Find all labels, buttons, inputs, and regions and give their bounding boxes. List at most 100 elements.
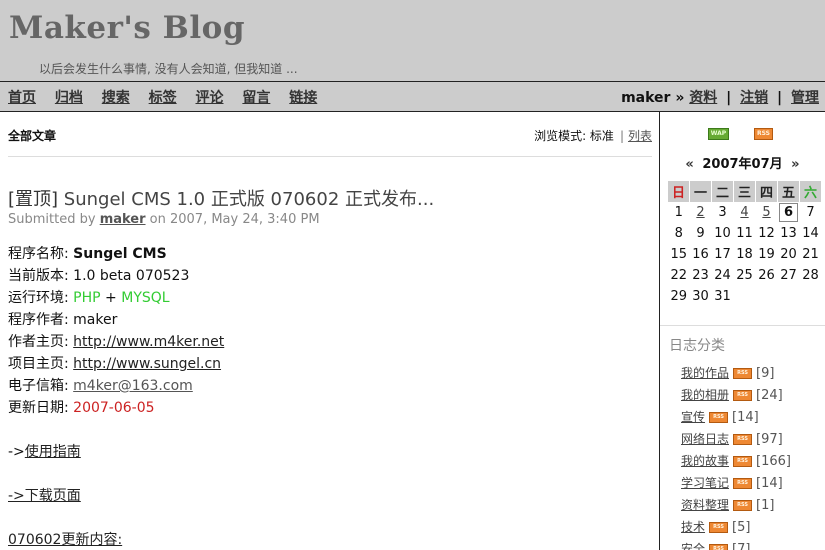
update-heading-row: 070602更新内容:	[8, 529, 224, 550]
calendar-day: 1	[674, 205, 683, 220]
calendar-today: 6	[779, 203, 798, 222]
wap-badge[interactable]: WAP	[708, 128, 729, 140]
sidebar: WAP RSS « 2007年07月 » 日一二三四五六 1 2 3 4 5 6 7 8 9 10…	[660, 112, 825, 550]
nav-item-archive[interactable]: 归档	[55, 90, 83, 106]
rss-icon[interactable]: RSS	[709, 522, 729, 533]
main-nav: 首页 归档 搜索 标签 评论 留言 链接	[8, 87, 331, 107]
site-tagline: 以后会发生什么事情, 没有人会知道, 但我知道 ...	[39, 62, 298, 76]
category-link[interactable]: 技术	[681, 520, 705, 534]
calendar-day: 17	[714, 247, 731, 262]
nav-item-search[interactable]: 搜索	[102, 90, 130, 106]
category-count: [24]	[756, 388, 783, 403]
post-title[interactable]: [置顶] Sungel CMS 1.0 正式版 070602 正式发布...	[8, 185, 434, 211]
category-link[interactable]: 我的作品	[681, 366, 729, 380]
calendar-next-month[interactable]: »	[791, 157, 799, 172]
env-plus: +	[105, 290, 117, 306]
calendar-weekday: 五	[777, 181, 800, 202]
logout-link[interactable]: 注销	[740, 90, 768, 106]
category-item: 我的故事 RSS [166]	[681, 450, 791, 472]
category-link[interactable]: 安全	[681, 542, 705, 550]
info-row-email: 电子信箱: m4ker@163.com	[8, 375, 224, 397]
arrow: ->	[8, 444, 25, 460]
info-row-version: 当前版本: 1.0 beta 070523	[8, 265, 224, 287]
site-header: Maker's Blog 以后会发生什么事情, 没有人会知道, 但我知道 ...	[0, 0, 825, 82]
category-item: 网络日志 RSS [97]	[681, 428, 791, 450]
calendar-day: 8	[674, 226, 683, 241]
nav-item-guestbook[interactable]: 留言	[242, 90, 270, 106]
calendar-day: 26	[758, 268, 775, 283]
info-row-homepage: 作者主页: http://www.m4ker.net	[8, 331, 224, 353]
calendar-day: 10	[714, 226, 731, 241]
category-link[interactable]: 资料整理	[681, 498, 729, 512]
info-label: 运行环境:	[8, 290, 69, 306]
calendar-day: 22	[670, 268, 688, 283]
calendar-day: 13	[780, 226, 797, 241]
rss-icon[interactable]: RSS	[733, 478, 753, 489]
category-item: 我的作品 RSS [9]	[681, 362, 791, 384]
info-label: 程序名称:	[8, 246, 69, 262]
email-link[interactable]: m4ker@163.com	[73, 378, 193, 394]
category-link[interactable]: 我的故事	[681, 454, 729, 468]
nav-item-links[interactable]: 链接	[289, 90, 317, 106]
calendar-day[interactable]: 4	[734, 202, 756, 223]
categories-title: 日志分类	[669, 338, 725, 354]
project-link[interactable]: http://www.sungel.cn	[73, 356, 221, 372]
calendar-day-link[interactable]: 5	[762, 205, 770, 220]
download-link[interactable]: ->下载页面	[8, 488, 81, 504]
rss-icon[interactable]: RSS	[733, 500, 753, 511]
rss-icon[interactable]: RSS	[709, 544, 729, 550]
calendar-day: 16	[692, 247, 709, 262]
calendar-day: 29	[670, 289, 688, 304]
rss-badge[interactable]: RSS	[754, 128, 773, 140]
category-count: [9]	[756, 366, 775, 381]
nav-item-tags[interactable]: 标签	[149, 90, 177, 106]
post-author-link[interactable]: maker	[100, 212, 146, 227]
calendar-week: 29 30 31	[668, 286, 822, 307]
category-count: [7]	[732, 542, 751, 550]
view-mode-label: 浏览模式: 标准	[534, 129, 614, 143]
calendar-weekday: 日	[668, 181, 690, 202]
category-link[interactable]: 宣传	[681, 410, 705, 424]
calendar-day[interactable]: 5	[756, 202, 778, 223]
update-heading[interactable]: 070602更新内容:	[8, 532, 122, 548]
admin-link[interactable]: 管理	[791, 90, 819, 106]
info-label: 程序作者:	[8, 312, 69, 328]
calendar-day[interactable]: 2	[690, 202, 712, 223]
nav-item-home[interactable]: 首页	[8, 90, 36, 106]
guide-link[interactable]: 使用指南	[25, 444, 81, 460]
view-mode-list-link[interactable]: 列表	[628, 129, 652, 143]
calendar-day: 27	[780, 268, 797, 283]
site-title[interactable]: Maker's Blog	[9, 10, 245, 46]
calendar-prev-month[interactable]: «	[685, 157, 693, 172]
rss-icon[interactable]: RSS	[733, 456, 753, 467]
post-title-text[interactable]: Sungel CMS 1.0 正式版 070602 正式发布...	[64, 189, 434, 210]
profile-link[interactable]: 资料	[689, 90, 717, 106]
main-content: 全部文章 浏览模式: 标准 | 列表 [置顶] Sungel CMS 1.0 正式版…	[8, 112, 652, 550]
info-value: maker	[73, 312, 118, 328]
user-nav-divider: |	[777, 90, 783, 106]
info-row-env: 运行环境: PHP + MYSQL	[8, 287, 224, 309]
category-link[interactable]: 学习笔记	[681, 476, 729, 490]
calendar-day: 19	[758, 247, 775, 262]
rss-icon[interactable]: RSS	[733, 434, 753, 445]
post-body: 程序名称: Sungel CMS 当前版本: 1.0 beta 070523 运…	[8, 243, 224, 550]
user-nav-divider: |	[726, 90, 732, 106]
category-link[interactable]: 网络日志	[681, 432, 729, 446]
category-item: 资料整理 RSS [1]	[681, 494, 791, 516]
calendar-weekday: 四	[755, 181, 778, 202]
calendar-day: 21	[802, 247, 819, 262]
rss-icon[interactable]: RSS	[733, 368, 753, 379]
calendar-day-link[interactable]: 4	[740, 205, 748, 220]
calendar-day: 12	[758, 226, 775, 241]
category-count: [14]	[732, 410, 759, 425]
calendar-day-link[interactable]: 2	[696, 205, 704, 220]
category-link[interactable]: 我的相册	[681, 388, 729, 402]
calendar-day: 6	[778, 202, 800, 223]
calendar-day: 20	[780, 247, 797, 262]
calendar-week: 22 23 24 25 26 27 28	[668, 265, 822, 286]
homepage-link[interactable]: http://www.m4ker.net	[73, 334, 224, 350]
nav-item-comments[interactable]: 评论	[196, 90, 224, 106]
rss-icon[interactable]: RSS	[733, 390, 753, 401]
rss-icon[interactable]: RSS	[709, 412, 729, 423]
category-item: 学习笔记 RSS [14]	[681, 472, 791, 494]
